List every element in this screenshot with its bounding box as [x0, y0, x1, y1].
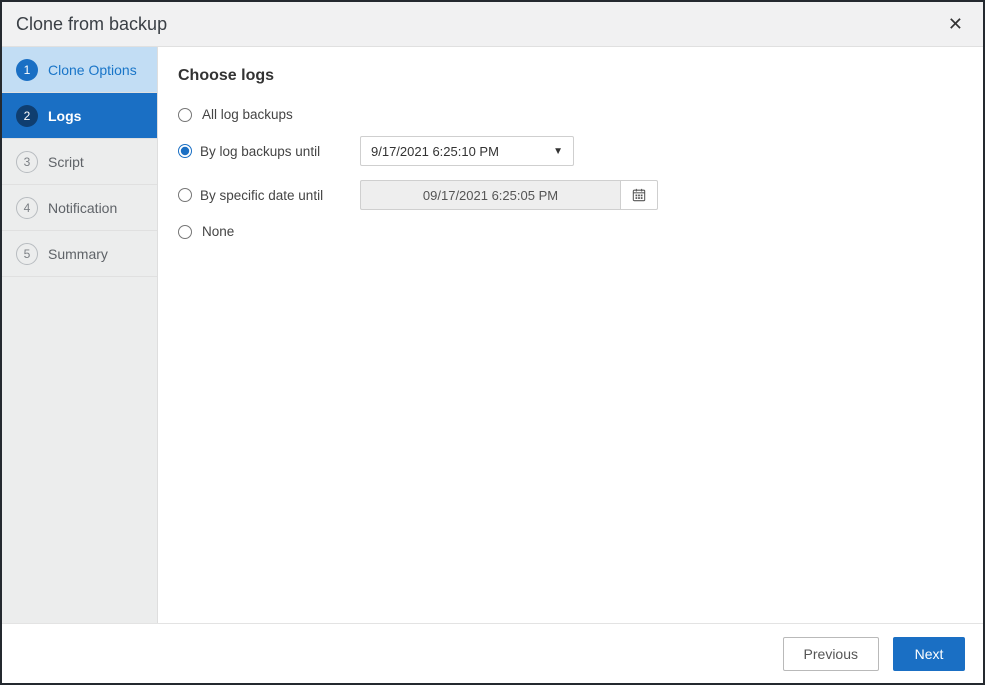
dialog-header: Clone from backup ✕ — [2, 2, 983, 47]
step-label: Script — [48, 154, 84, 170]
step-logs[interactable]: 2 Logs — [2, 93, 157, 139]
step-label: Clone Options — [48, 62, 137, 78]
option-none[interactable]: None — [178, 224, 959, 239]
step-number: 3 — [16, 151, 38, 173]
option-by-specific-date-until: By specific date until 09/17/2021 6:25:0… — [178, 180, 959, 210]
option-label: By specific date until — [200, 188, 323, 203]
dialog-footer: Previous Next — [2, 623, 983, 683]
option-by-log-backups-until: By log backups until 9/17/2021 6:25:10 P… — [178, 136, 959, 166]
specific-date-field[interactable]: 09/17/2021 6:25:05 PM — [360, 180, 620, 210]
content-heading: Choose logs — [178, 67, 959, 85]
step-number: 2 — [16, 105, 38, 127]
radio-by-specific-date-until[interactable] — [178, 188, 192, 202]
step-summary[interactable]: 5 Summary — [2, 231, 157, 277]
step-clone-options[interactable]: 1 Clone Options — [2, 47, 157, 93]
radio-all-log-backups[interactable] — [178, 108, 192, 122]
select-value: 9/17/2021 6:25:10 PM — [371, 144, 499, 159]
step-number: 4 — [16, 197, 38, 219]
radio-by-log-backups-until[interactable] — [178, 144, 192, 158]
option-label: By log backups until — [200, 144, 320, 159]
option-label: All log backups — [202, 107, 293, 122]
dialog-body: 1 Clone Options 2 Logs 3 Script 4 Notifi… — [2, 47, 983, 623]
specific-date-input-group: 09/17/2021 6:25:05 PM — [360, 180, 658, 210]
radio-none[interactable] — [178, 225, 192, 239]
previous-button[interactable]: Previous — [783, 637, 879, 671]
step-number: 5 — [16, 243, 38, 265]
calendar-button[interactable] — [620, 180, 658, 210]
step-number: 1 — [16, 59, 38, 81]
clone-from-backup-dialog: Clone from backup ✕ 1 Clone Options 2 Lo… — [0, 0, 985, 685]
option-all-log-backups[interactable]: All log backups — [178, 107, 959, 122]
option-by-log-until-label-wrap[interactable]: By log backups until — [178, 144, 350, 159]
close-icon[interactable]: ✕ — [942, 11, 969, 37]
step-label: Summary — [48, 246, 108, 262]
step-label: Notification — [48, 200, 117, 216]
calendar-icon — [632, 188, 646, 202]
option-label: None — [202, 224, 234, 239]
content-panel: Choose logs All log backups By log backu… — [158, 47, 983, 623]
wizard-steps-sidebar: 1 Clone Options 2 Logs 3 Script 4 Notifi… — [2, 47, 158, 623]
log-options-group: All log backups By log backups until 9/1… — [178, 107, 959, 239]
option-specific-date-label-wrap[interactable]: By specific date until — [178, 188, 350, 203]
next-button[interactable]: Next — [893, 637, 965, 671]
step-label: Logs — [48, 108, 81, 124]
log-backups-until-select[interactable]: 9/17/2021 6:25:10 PM ▼ — [360, 136, 574, 166]
step-notification[interactable]: 4 Notification — [2, 185, 157, 231]
step-script[interactable]: 3 Script — [2, 139, 157, 185]
chevron-down-icon: ▼ — [553, 146, 563, 157]
dialog-title: Clone from backup — [16, 14, 167, 35]
